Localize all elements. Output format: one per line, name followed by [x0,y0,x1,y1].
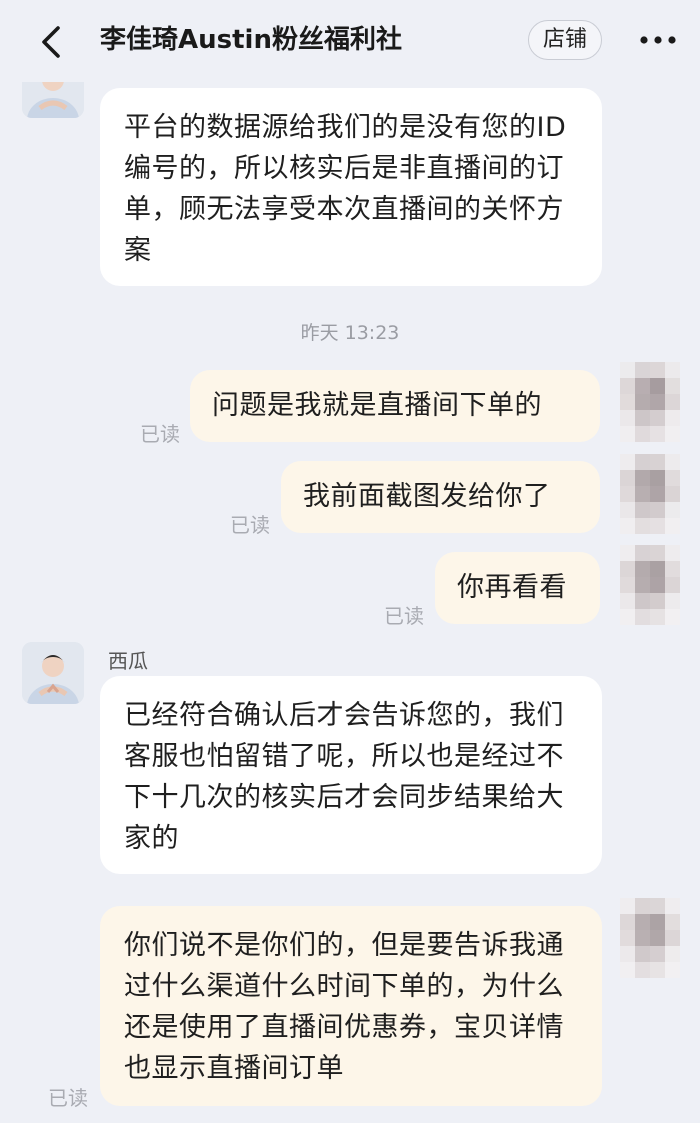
sender-name: 西瓜 [108,649,148,673]
more-button[interactable] [636,22,680,58]
chat-header: 李佳琦Austin粉丝福利社 店铺 [0,0,700,82]
message-text: 你们说不是你们的，但是要告诉我通过什么渠道什么时间下单的，为什么还是使用了直播间… [124,930,564,1084]
read-receipt: 已读 [140,422,180,446]
avatar-image [22,642,84,704]
message-text: 平台的数据源给我们的是没有您的ID编号的，所以核实后是非直播间的订单，顾无法享受… [124,112,567,266]
back-button[interactable] [30,20,74,64]
avatar-blurred[interactable] [620,454,680,534]
message-text: 已经符合确认后才会告诉您的，我们客服也怕留错了呢，所以也是经过不下十几次的核实后… [124,700,564,854]
read-receipt: 已读 [384,604,424,628]
chat-title: 李佳琦Austin粉丝福利社 [100,25,402,55]
message-text: 我前面截图发给你了 [303,481,551,512]
read-receipt: 已读 [48,1086,88,1110]
read-receipt: 已读 [230,513,270,537]
message-text: 问题是我就是直播间下单的 [212,390,542,421]
message-bubble-incoming[interactable]: 平台的数据源给我们的是没有您的ID编号的，所以核实后是非直播间的订单，顾无法享受… [100,88,602,286]
more-dots-icon [640,36,676,44]
message-bubble-outgoing[interactable]: 你们说不是你们的，但是要告诉我通过什么渠道什么时间下单的，为什么还是使用了直播间… [100,906,602,1106]
avatar[interactable] [22,642,84,704]
timestamp: 昨天 13:23 [300,322,400,344]
message-bubble-outgoing[interactable]: 问题是我就是直播间下单的 [190,370,600,442]
message-bubble-outgoing[interactable]: 我前面截图发给你了 [281,461,600,533]
message-text: 你再看看 [457,572,567,603]
back-arrow-icon [42,26,60,58]
message-bubble-outgoing[interactable]: 你再看看 [435,552,600,624]
store-button[interactable]: 店铺 [528,20,602,60]
avatar-blurred[interactable] [620,545,680,625]
avatar-blurred[interactable] [620,362,680,442]
avatar-blurred[interactable] [620,898,680,978]
message-bubble-incoming[interactable]: 已经符合确认后才会告诉您的，我们客服也怕留错了呢，所以也是经过不下十几次的核实后… [100,676,602,874]
